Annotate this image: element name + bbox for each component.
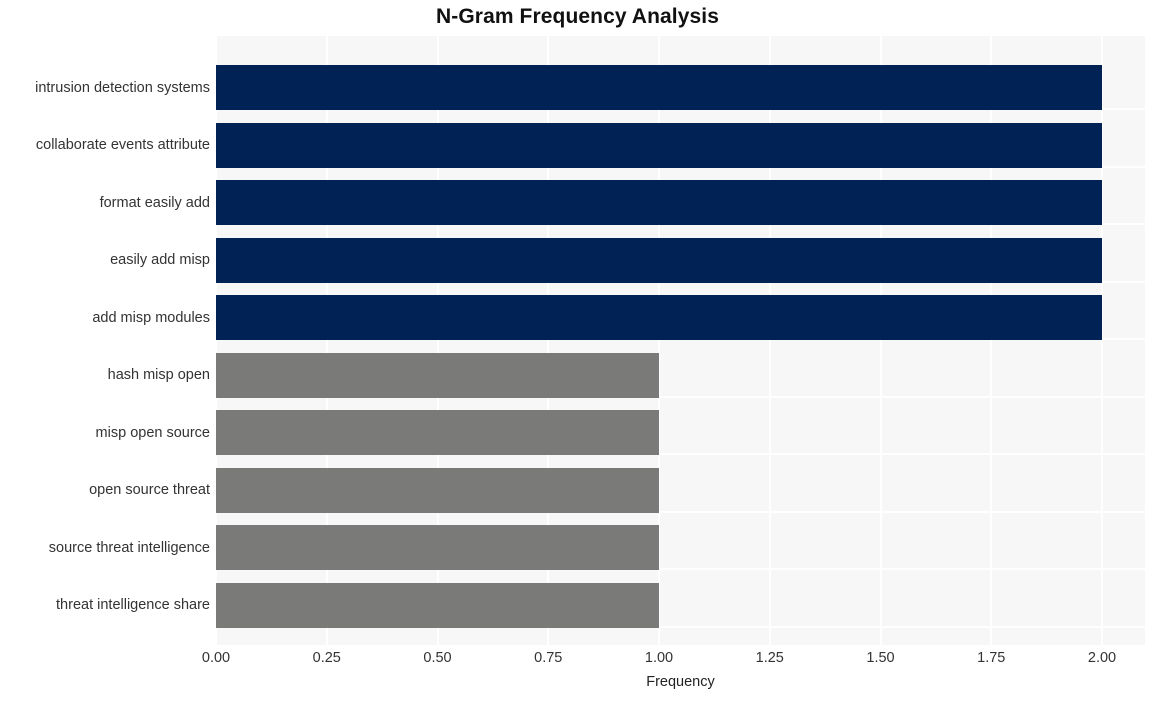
bar (216, 65, 1102, 110)
bar (216, 525, 659, 570)
bar (216, 237, 1102, 283)
bar (216, 410, 659, 455)
y-tick-label: threat intelligence share (56, 597, 210, 613)
y-axis-tick-labels: intrusion detection systems collaborate e… (0, 36, 210, 645)
bar (216, 295, 1102, 340)
chart-title: N-Gram Frequency Analysis (436, 5, 719, 28)
bar (216, 180, 1102, 225)
x-tick-label: 2.00 (1087, 650, 1117, 666)
bar (216, 122, 1102, 168)
x-tick-label: 1.25 (755, 650, 784, 666)
x-tick-label: 1.50 (866, 650, 895, 666)
bar (216, 352, 659, 398)
bar (216, 582, 659, 628)
x-tick-label: 1.75 (977, 650, 1006, 666)
y-tick-label: add misp modules (92, 309, 210, 326)
x-tick-label: 0.50 (423, 650, 452, 666)
y-tick-label: collaborate events attribute (35, 137, 210, 153)
x-tick-label: 0.75 (534, 650, 563, 666)
plot-area (216, 36, 1145, 645)
y-tick-label: source threat intelligence (48, 539, 210, 556)
y-tick-label: intrusion detection systems (35, 79, 210, 96)
y-tick-label: hash misp open (107, 367, 210, 383)
x-axis-title: Frequency (646, 674, 715, 690)
x-tick-label: 0.25 (312, 650, 341, 666)
y-tick-label: open source threat (89, 482, 210, 498)
y-tick-label: easily add misp (110, 252, 210, 268)
x-tick-label: 0.00 (201, 650, 231, 666)
x-tick-label: 1.00 (644, 650, 674, 666)
bars-group (216, 36, 1145, 645)
bar (216, 467, 659, 513)
ngram-frequency-chart: N-Gram Frequency Analysis intrusion dete… (0, 0, 1155, 701)
y-tick-label: format easily add (99, 194, 210, 211)
y-tick-label: misp open source (95, 424, 210, 441)
x-axis-tick-labels: 0.00 0.25 0.50 0.75 1.00 1.25 1.50 1.75 2.00 (0, 650, 1155, 672)
